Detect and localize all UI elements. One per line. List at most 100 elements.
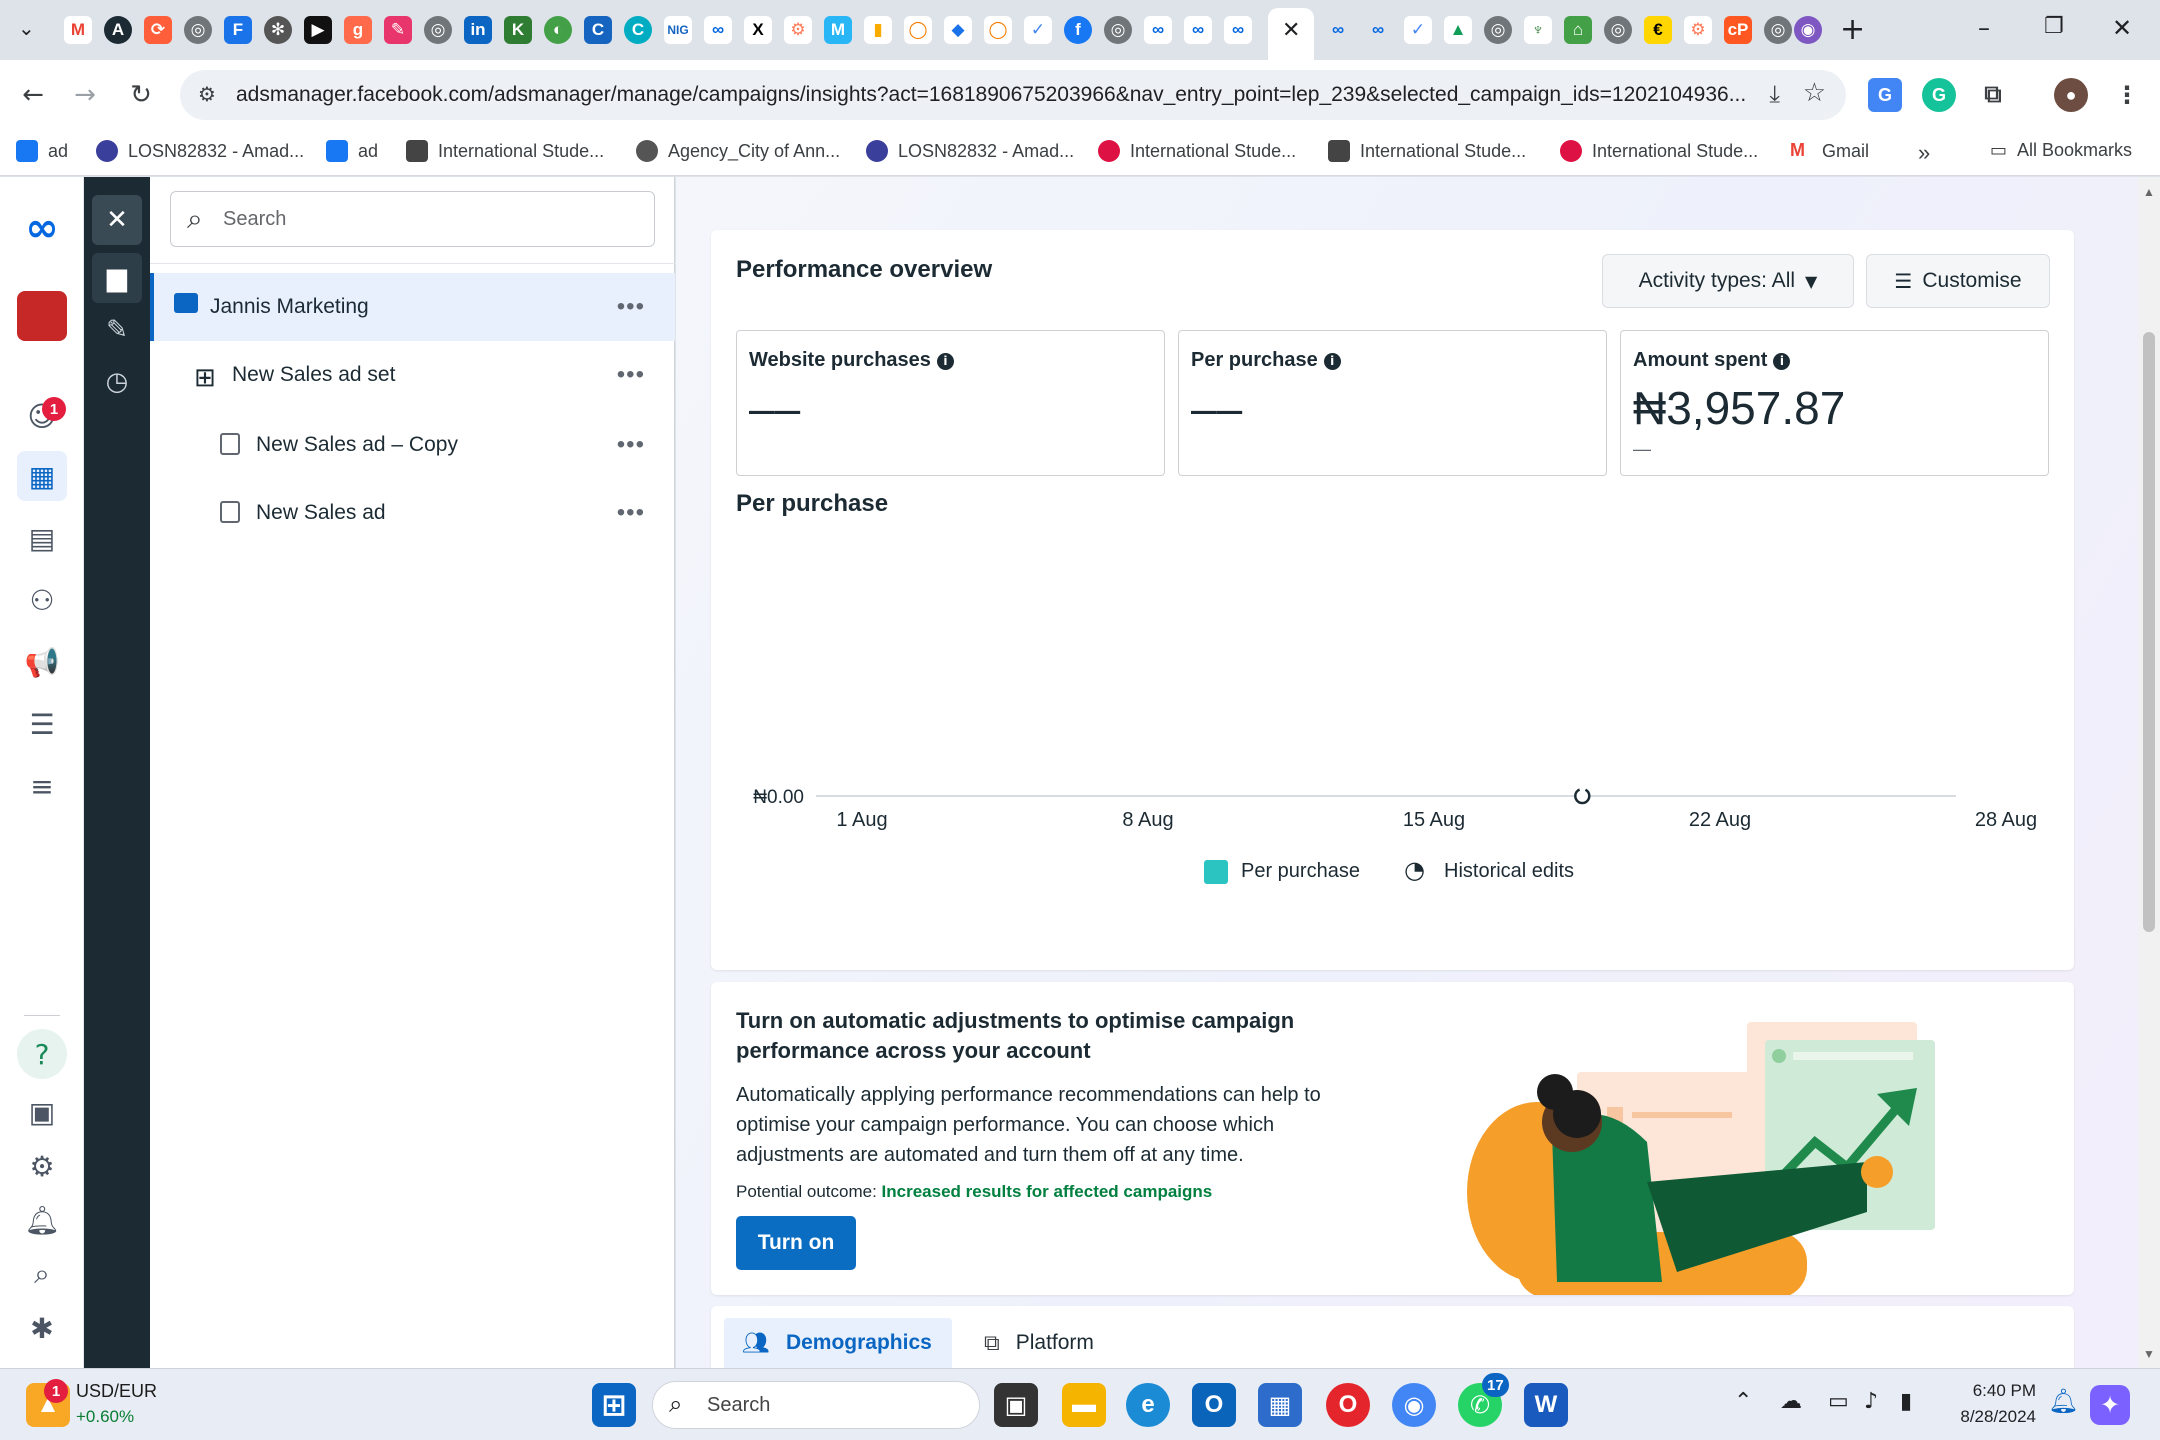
- hubspot-tab-icon-2[interactable]: ⚙: [1684, 16, 1712, 44]
- site-info-icon[interactable]: ⚙: [198, 82, 216, 106]
- task-view-icon[interactable]: ▣: [994, 1383, 1038, 1427]
- tasks-tab-icon-2[interactable]: ✓: [1404, 16, 1432, 44]
- chart-view-icon[interactable]: ▆: [92, 253, 142, 303]
- install-app-icon[interactable]: ⤓: [1769, 80, 1780, 108]
- tab-demographics[interactable]: 👥︎ Demographics: [724, 1318, 952, 1368]
- bell-icon[interactable]: 🔔︎: [17, 1195, 67, 1245]
- taskbar-search[interactable]: ⌕ Search: [652, 1381, 980, 1429]
- store-icon[interactable]: ▦: [1258, 1383, 1302, 1427]
- tab-icon-39[interactable]: ⌂: [1564, 16, 1592, 44]
- tree-item-ad[interactable]: New Sales ad •••: [150, 479, 675, 547]
- tab-icon-14[interactable]: C: [584, 16, 612, 44]
- chrome-menu-icon[interactable]: ⋮: [2110, 78, 2144, 112]
- battery-icon[interactable]: ▮: [1900, 1389, 1912, 1414]
- tab-icon-24[interactable]: ◯: [984, 16, 1012, 44]
- close-tab-icon[interactable]: ✕: [1282, 18, 1300, 43]
- clock-time[interactable]: 6:40 PM: [1946, 1381, 2036, 1401]
- audiences-icon[interactable]: ⚇: [17, 575, 67, 625]
- grammarly-extension-icon[interactable]: G: [1922, 78, 1956, 112]
- meta-tab-icon[interactable]: ∞: [704, 16, 732, 44]
- bookmark-5[interactable]: LOSN82832 - Amad...: [866, 140, 1074, 162]
- meta-tab-icon-3[interactable]: ∞: [1184, 16, 1212, 44]
- analytics-tab-icon[interactable]: ▮: [864, 16, 892, 44]
- copilot-icon[interactable]: ✦: [2090, 1385, 2130, 1425]
- translate-extension-icon[interactable]: G: [1868, 78, 1902, 112]
- scroll-up-icon[interactable]: ▲: [2143, 185, 2155, 199]
- scroll-thumb[interactable]: [2143, 332, 2155, 932]
- profile-avatar[interactable]: ●: [2054, 78, 2088, 112]
- bookmark-6[interactable]: International Stude...: [1098, 140, 1296, 162]
- kpi-website-purchases[interactable]: Website purchases i ––: [736, 330, 1165, 476]
- more-bookmarks-button[interactable]: »: [1918, 140, 1930, 166]
- globe-tab-icon-3[interactable]: ◎: [1104, 16, 1132, 44]
- minimize-icon[interactable]: –: [1978, 14, 1990, 42]
- help-icon[interactable]: ?: [17, 1029, 67, 1079]
- reports-icon[interactable]: ▤: [17, 513, 67, 563]
- tab-icon-23[interactable]: ◆: [944, 16, 972, 44]
- ticker-name[interactable]: USD/EUR: [76, 1381, 157, 1402]
- kpi-per-purchase[interactable]: Per purchase i ––: [1178, 330, 1607, 476]
- meta-tab-icon-5[interactable]: ∞: [1324, 16, 1352, 44]
- tab-icon-8[interactable]: g: [344, 16, 372, 44]
- scroll-down-icon[interactable]: ▼: [2143, 1347, 2155, 1361]
- active-tab[interactable]: ✕: [1268, 8, 1314, 60]
- close-panel-icon[interactable]: ✕: [92, 195, 142, 245]
- bookmark-9[interactable]: M Gmail: [1790, 140, 1869, 162]
- nig-tab-icon[interactable]: NIG: [664, 16, 692, 44]
- legend-historical-edits[interactable]: Historical edits: [1444, 860, 1574, 883]
- info-icon[interactable]: i: [1323, 353, 1341, 370]
- customise-button[interactable]: ☰ Customise: [1866, 254, 2050, 308]
- tab-icon-41[interactable]: €: [1644, 16, 1672, 44]
- linkedin-tab-icon[interactable]: in: [464, 16, 492, 44]
- address-bar[interactable]: ⚙ adsmanager.facebook.com/adsmanager/man…: [180, 70, 1846, 120]
- edit-pencil-icon[interactable]: ✎: [92, 305, 142, 355]
- bookmark-7[interactable]: International Stude...: [1328, 140, 1526, 162]
- account-avatar[interactable]: [17, 291, 67, 341]
- more-options-icon[interactable]: •••: [617, 431, 645, 459]
- clock-date[interactable]: 8/28/2024: [1946, 1407, 2036, 1427]
- turn-on-button[interactable]: Turn on: [736, 1216, 856, 1270]
- url-text[interactable]: adsmanager.facebook.com/adsmanager/manag…: [236, 83, 1746, 107]
- close-window-icon[interactable]: ✕: [2112, 14, 2132, 42]
- tree-search-input[interactable]: ⌕ Search: [170, 191, 655, 247]
- restore-icon[interactable]: ❐: [2044, 14, 2064, 39]
- tab-search-icon[interactable]: ⌄: [18, 16, 35, 40]
- tab-icon-15[interactable]: C: [624, 16, 652, 44]
- news-icon[interactable]: ▣: [17, 1087, 67, 1137]
- notifications-bell-icon[interactable]: 🔔︎: [2048, 1387, 2078, 1415]
- back-icon[interactable]: ←: [14, 76, 52, 114]
- history-clock-icon[interactable]: ◷: [92, 357, 142, 407]
- legend-per-purchase[interactable]: Per purchase: [1241, 860, 1360, 883]
- drive-tab-icon[interactable]: ▲: [1444, 16, 1472, 44]
- advertising-megaphone-icon[interactable]: 📢: [17, 637, 67, 687]
- tab-icon-22[interactable]: ◯: [904, 16, 932, 44]
- all-bookmarks[interactable]: ▭ All Bookmarks: [1990, 140, 2132, 161]
- kpi-amount-spent[interactable]: Amount spent i ₦3,957.87 —: [1620, 330, 2049, 476]
- windows-start-icon[interactable]: ⊞: [592, 1383, 636, 1427]
- onedrive-icon[interactable]: ☁: [1780, 1389, 1802, 1414]
- tree-item-adset[interactable]: ⊞ New Sales ad set •••: [150, 341, 675, 409]
- globe-tab-icon[interactable]: ◎: [184, 16, 212, 44]
- bookmark-4[interactable]: Agency_City of Ann...: [636, 140, 840, 162]
- openai-tab-icon[interactable]: ✻: [264, 16, 292, 44]
- historical-edit-marker[interactable]: [1574, 787, 1591, 805]
- tray-chevron-icon[interactable]: ⌃: [1734, 1389, 1752, 1414]
- gmail-tab-icon[interactable]: M: [64, 16, 92, 44]
- more-options-icon[interactable]: •••: [617, 293, 645, 321]
- tab-icon-13[interactable]: ◐: [544, 16, 572, 44]
- globe-tab-icon-2[interactable]: ◎: [424, 16, 452, 44]
- a-tab-icon[interactable]: A: [104, 16, 132, 44]
- meta-logo-icon[interactable]: ∞: [17, 203, 67, 253]
- meta-tab-icon-2[interactable]: ∞: [1144, 16, 1172, 44]
- tasks-tab-icon[interactable]: ✓: [1024, 16, 1052, 44]
- tab-icon-9[interactable]: ✎: [384, 16, 412, 44]
- chrome-icon[interactable]: ◉: [1392, 1383, 1436, 1427]
- facebook-tab-icon[interactable]: f: [1064, 16, 1092, 44]
- tree-item-ad-copy[interactable]: New Sales ad – Copy •••: [150, 411, 675, 479]
- tab-icon-45[interactable]: ◉: [1794, 16, 1822, 44]
- extensions-icon[interactable]: ⧉: [1976, 78, 2010, 112]
- activity-types-dropdown[interactable]: Activity types: All ▼: [1602, 254, 1854, 308]
- bug-report-icon[interactable]: ✱: [17, 1303, 67, 1353]
- billing-stack-icon[interactable]: ☰: [17, 699, 67, 749]
- x-tab-icon[interactable]: X: [744, 16, 772, 44]
